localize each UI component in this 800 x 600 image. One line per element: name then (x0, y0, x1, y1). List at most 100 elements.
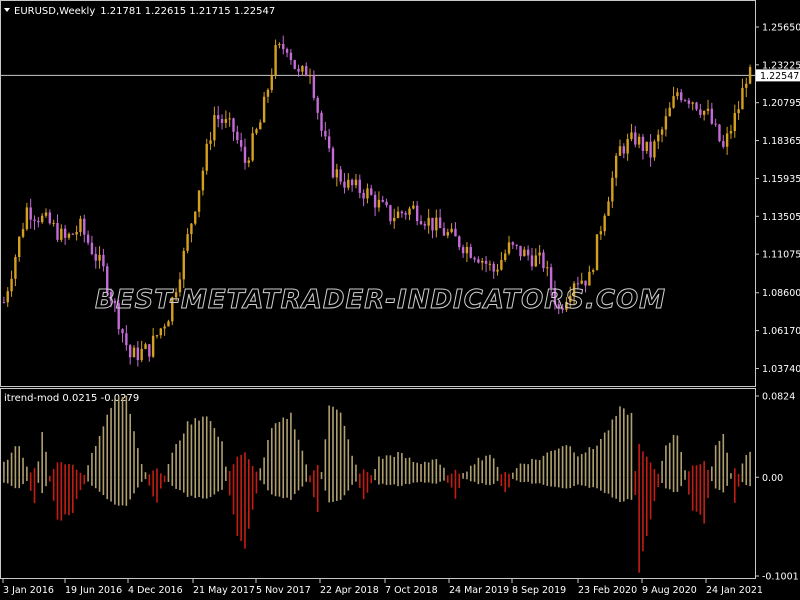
indicator-tick-label: 0.00 (762, 473, 783, 484)
candle-body (63, 228, 67, 238)
candle-body (274, 45, 277, 76)
candle-body (706, 108, 710, 111)
candle-body (618, 146, 622, 156)
x-tick-label: 22 Apr 2018 (320, 585, 379, 596)
candle-body (335, 169, 339, 178)
candle-body (327, 136, 331, 149)
candle-body (10, 278, 13, 292)
candle-body (680, 92, 683, 101)
candle-body (86, 234, 90, 243)
candle-body (664, 116, 668, 130)
candle-body (48, 212, 52, 224)
candle-body (603, 215, 606, 232)
candle-body (79, 218, 82, 233)
candle-body (339, 169, 342, 182)
chart-root: EURUSD,Weekly 1.21781 1.22615 1.21715 1.2… (0, 0, 800, 596)
price-tick-label: 1.18365 (762, 136, 800, 147)
x-tick-label: 3 Jan 2016 (3, 585, 54, 596)
candle-body (530, 255, 534, 267)
candle-body (224, 119, 228, 123)
indicator-tick-label: 0.0824 (762, 392, 795, 403)
candle-body (370, 188, 373, 195)
candle-body (324, 130, 327, 137)
candle-body (136, 347, 140, 360)
candle-body (461, 247, 465, 254)
candle-body (710, 108, 714, 124)
candle-body (538, 252, 541, 256)
candle-body (197, 190, 201, 212)
candle-body (722, 141, 725, 147)
ohlc-label: 1.21781 1.22615 1.21715 1.22547 (100, 6, 275, 17)
candle-body (239, 140, 243, 147)
price-tick-label: 1.15935 (762, 174, 800, 185)
candle-body (542, 252, 545, 269)
candle-body (151, 335, 155, 357)
candle-body (354, 179, 358, 186)
candle-body (301, 66, 304, 72)
candle-body (44, 212, 48, 216)
candle-body (404, 213, 407, 215)
candle-body (236, 131, 239, 141)
price-panel-frame (0, 0, 756, 387)
candles-layer (2, 35, 752, 367)
candle-body (473, 257, 476, 260)
candle-body (285, 49, 289, 53)
candle-body (29, 207, 32, 220)
candle-body (270, 75, 273, 90)
candle-body (40, 215, 44, 223)
candle-body (733, 113, 736, 132)
candle-body (67, 233, 71, 238)
candle-body (155, 335, 159, 337)
candle-body (144, 344, 147, 349)
candle-body (52, 222, 55, 224)
candle-body (373, 194, 377, 208)
candle-body (737, 109, 740, 114)
candle-body (385, 201, 388, 206)
candle-body (745, 83, 748, 88)
candle-body (312, 75, 316, 98)
candle-body (163, 326, 166, 329)
candle-body (511, 242, 515, 245)
candle-body (481, 260, 484, 263)
candle-body (657, 134, 660, 142)
candle-body (37, 220, 40, 223)
candle-body (431, 217, 434, 231)
candle-body (140, 348, 143, 360)
candle-body (71, 233, 74, 235)
candle-body (519, 245, 522, 257)
candle-body (243, 146, 247, 163)
x-tick-label: 5 Nov 2017 (256, 585, 311, 596)
x-axis: 3 Jan 2016 19 Jun 2016 4 Dec 2016 21 May 20… (2, 579, 763, 596)
candle-body (492, 263, 495, 272)
candle-body (186, 234, 189, 251)
candle-body (282, 43, 285, 50)
candle-body (90, 242, 94, 255)
candle-body (442, 228, 446, 236)
triangle-down-icon[interactable] (4, 8, 10, 12)
candle-body (190, 223, 193, 235)
price-tick-label: 1.20795 (762, 98, 800, 109)
candle-body (725, 133, 729, 147)
candle-body (259, 122, 262, 130)
candle-body (98, 254, 101, 261)
candle-body (362, 192, 365, 199)
histogram-layer (3, 395, 751, 573)
price-tick-label: 1.13505 (762, 212, 800, 223)
candle-body (182, 250, 185, 280)
indicator-tick-label: -0.1001 (762, 572, 799, 583)
candle-body (255, 129, 258, 134)
candle-body (21, 229, 25, 237)
candle-body (614, 155, 618, 178)
candle-body (599, 231, 603, 235)
candle-body (6, 291, 9, 303)
candle-body (630, 132, 633, 140)
candle-body (534, 255, 538, 267)
candle-body (645, 141, 648, 151)
candle-body (412, 205, 415, 209)
candle-body (676, 92, 679, 97)
x-tick-label: 8 Sep 2019 (512, 585, 566, 596)
candle-body (331, 148, 335, 178)
candle-body (699, 109, 702, 115)
candle-body (25, 207, 29, 230)
svg-text:1.22547: 1.22547 (760, 71, 799, 82)
